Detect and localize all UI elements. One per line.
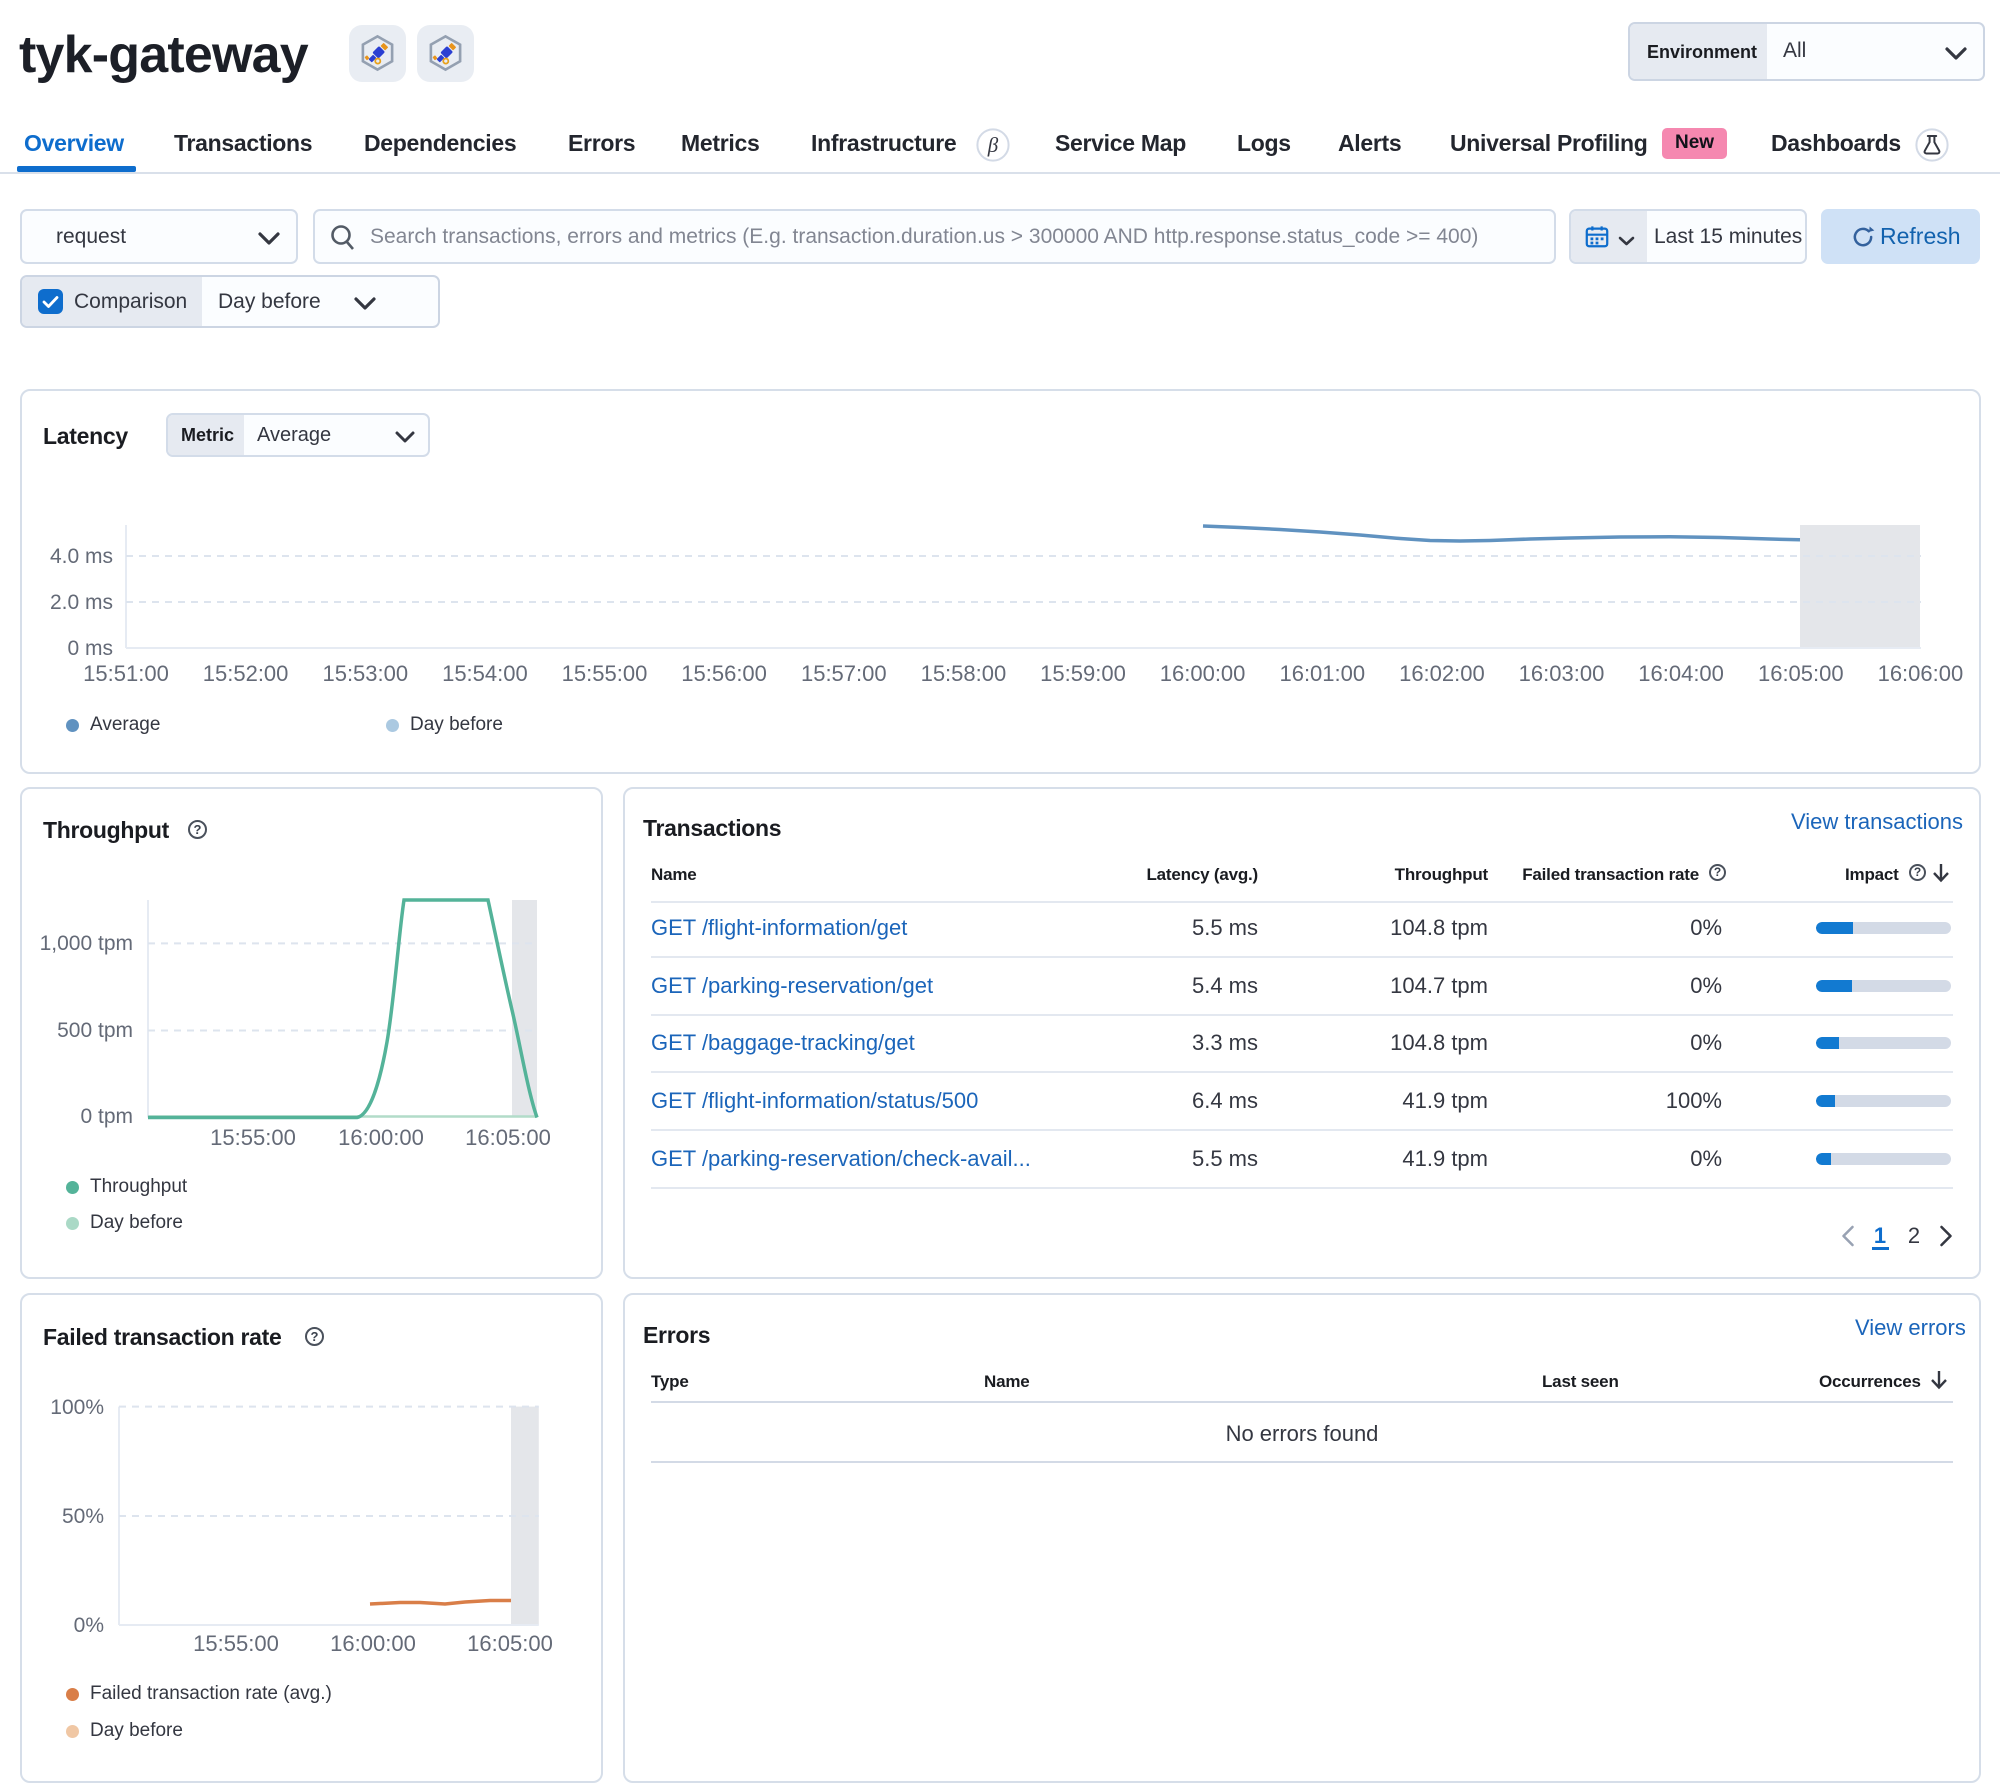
svg-text:15:55:00: 15:55:00 <box>562 661 648 686</box>
svg-text:15:59:00: 15:59:00 <box>1040 661 1126 686</box>
svg-text:16:05:00: 16:05:00 <box>465 1125 551 1150</box>
svg-text:4.0 ms: 4.0 ms <box>50 545 113 568</box>
svg-text:15:52:00: 15:52:00 <box>203 661 289 686</box>
svg-text:15:54:00: 15:54:00 <box>442 661 528 686</box>
svg-text:15:55:00: 15:55:00 <box>210 1125 296 1150</box>
svg-text:16:06:00: 16:06:00 <box>1878 661 1964 686</box>
svg-text:15:56:00: 15:56:00 <box>681 661 767 686</box>
svg-text:0 tpm: 0 tpm <box>80 1105 133 1128</box>
svg-text:0%: 0% <box>74 1614 104 1637</box>
svg-text:16:00:00: 16:00:00 <box>330 1631 416 1656</box>
svg-text:16:00:00: 16:00:00 <box>338 1125 424 1150</box>
svg-text:2.0 ms: 2.0 ms <box>50 591 113 614</box>
svg-text:15:57:00: 15:57:00 <box>801 661 887 686</box>
svg-text:15:55:00: 15:55:00 <box>193 1631 279 1656</box>
svg-text:15:53:00: 15:53:00 <box>322 661 408 686</box>
svg-text:15:58:00: 15:58:00 <box>921 661 1007 686</box>
svg-text:50%: 50% <box>62 1505 104 1528</box>
svg-text:β: β <box>987 133 999 157</box>
svg-text:16:00:00: 16:00:00 <box>1160 661 1246 686</box>
svg-text:500 tpm: 500 tpm <box>57 1019 133 1042</box>
svg-text:16:05:00: 16:05:00 <box>1758 661 1844 686</box>
svg-text:15:51:00: 15:51:00 <box>83 661 169 686</box>
svg-text:1,000 tpm: 1,000 tpm <box>40 932 133 955</box>
svg-text:0 ms: 0 ms <box>67 637 113 660</box>
svg-text:16:03:00: 16:03:00 <box>1519 661 1605 686</box>
svg-text:16:04:00: 16:04:00 <box>1638 661 1724 686</box>
svg-text:100%: 100% <box>50 1396 104 1419</box>
svg-text:16:01:00: 16:01:00 <box>1279 661 1365 686</box>
svg-text:16:05:00: 16:05:00 <box>467 1631 553 1656</box>
svg-text:16:02:00: 16:02:00 <box>1399 661 1485 686</box>
